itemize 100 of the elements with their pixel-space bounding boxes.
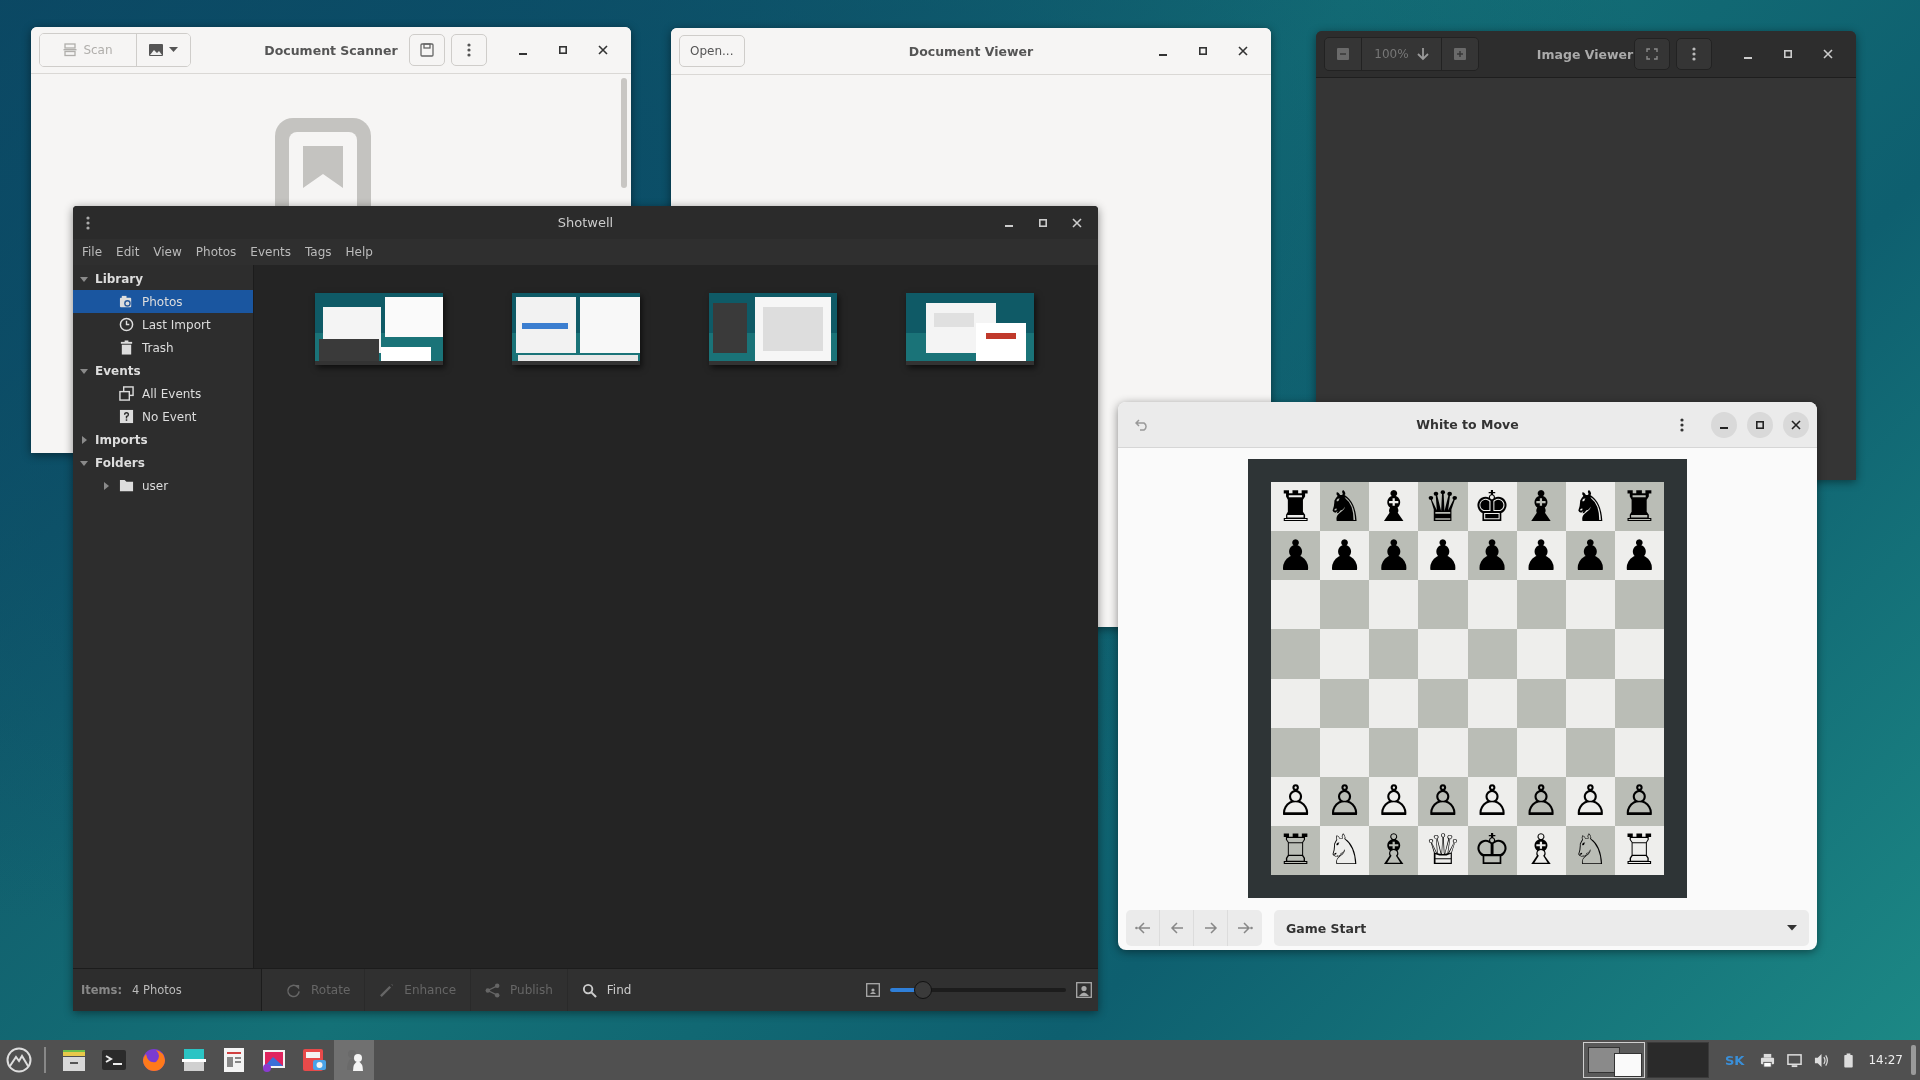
board-square[interactable]: ♙ xyxy=(1565,776,1615,826)
workspace-thumbnail[interactable] xyxy=(1646,1042,1709,1078)
sidebar-item[interactable]: user xyxy=(73,474,253,497)
board-square[interactable]: ♟ xyxy=(1565,531,1615,581)
board-square[interactable]: ♟ xyxy=(1320,531,1370,581)
menu-item[interactable]: Help xyxy=(338,245,380,259)
sidebar-item[interactable]: All Events xyxy=(73,382,253,405)
board-square[interactable]: ♘ xyxy=(1565,825,1615,875)
board-square[interactable]: ♝ xyxy=(1516,482,1566,532)
board-square[interactable]: ♛ xyxy=(1418,482,1468,532)
board-square[interactable] xyxy=(1271,678,1321,728)
board-square[interactable] xyxy=(1516,580,1566,630)
zoom-slider[interactable] xyxy=(890,981,1066,999)
first-arrow-icon xyxy=(1134,922,1151,934)
board-square[interactable] xyxy=(1271,727,1321,777)
expand-arrow-icon[interactable] xyxy=(101,480,111,491)
board-square[interactable]: ♗ xyxy=(1369,825,1419,875)
board-square[interactable]: ♙ xyxy=(1614,776,1664,826)
taskbar-launcher[interactable] xyxy=(334,1040,374,1080)
board-square[interactable]: ♙ xyxy=(1320,776,1370,826)
display-icon[interactable] xyxy=(1787,1052,1803,1068)
board-square[interactable]: ♟ xyxy=(1516,531,1566,581)
board-square[interactable] xyxy=(1369,678,1419,728)
slider-thumb[interactable] xyxy=(914,981,933,999)
board-square[interactable]: ♙ xyxy=(1516,776,1566,826)
menu-item[interactable]: Photos xyxy=(188,245,244,259)
board-square[interactable] xyxy=(1467,727,1517,777)
fullscreen-icon xyxy=(1646,48,1658,60)
zoom-in-button[interactable] xyxy=(1442,38,1478,70)
sidebar-header[interactable]: Library xyxy=(73,267,253,290)
board-square[interactable] xyxy=(1369,580,1419,630)
board-square[interactable] xyxy=(1614,580,1664,630)
sidebar-header[interactable]: Folders xyxy=(73,451,253,474)
sidebar-header[interactable]: Imports xyxy=(73,428,253,451)
board-square[interactable]: ♖ xyxy=(1614,825,1664,875)
board-square[interactable]: ♟ xyxy=(1418,531,1468,581)
board-square[interactable]: ♜ xyxy=(1271,482,1321,532)
maximize-button[interactable] xyxy=(1747,411,1773,438)
menu-item[interactable]: Tags xyxy=(297,245,339,259)
board-square[interactable]: ♙ xyxy=(1369,776,1419,826)
status-label: Items: xyxy=(81,983,122,997)
sidebar-header[interactable]: Events xyxy=(73,359,253,382)
fullscreen-button[interactable] xyxy=(1634,38,1670,70)
minimize-button[interactable] xyxy=(1711,411,1737,438)
expand-arrow-icon[interactable] xyxy=(79,434,89,445)
board-square[interactable]: ♕ xyxy=(1418,825,1468,875)
menu-item[interactable]: View xyxy=(146,245,189,259)
board-square[interactable]: ♙ xyxy=(1418,776,1468,826)
board-square[interactable]: ♚ xyxy=(1467,482,1517,532)
board-square[interactable] xyxy=(1320,580,1370,630)
board-square[interactable]: ♞ xyxy=(1320,482,1370,532)
board-square[interactable]: ♟ xyxy=(1614,531,1664,581)
board-square[interactable]: ♝ xyxy=(1369,482,1419,532)
board-square[interactable] xyxy=(1467,580,1517,630)
board-square[interactable]: ♖ xyxy=(1271,825,1321,875)
toolbar-button[interactable]: Find xyxy=(567,969,646,1011)
board-square[interactable]: ♜ xyxy=(1614,482,1664,532)
board-square[interactable]: ♙ xyxy=(1271,776,1321,826)
board-square[interactable] xyxy=(1320,678,1370,728)
open-button[interactable]: Open... xyxy=(679,35,745,67)
clock[interactable]: 14:27 xyxy=(1868,1053,1903,1067)
volume-icon[interactable] xyxy=(1814,1052,1830,1068)
board-square[interactable] xyxy=(1614,678,1664,728)
sidebar-item[interactable]: Trash xyxy=(73,336,253,359)
board-square[interactable] xyxy=(1614,727,1664,777)
wand-icon xyxy=(379,982,395,998)
board-square[interactable] xyxy=(1516,678,1566,728)
share-icon xyxy=(485,982,501,998)
menu-item[interactable]: Events xyxy=(243,245,298,259)
board-square[interactable]: ♟ xyxy=(1467,531,1517,581)
board-square[interactable]: ♘ xyxy=(1320,825,1370,875)
board-square[interactable]: ♔ xyxy=(1467,825,1517,875)
board-square[interactable]: ♞ xyxy=(1565,482,1615,532)
panel-handle[interactable] xyxy=(1911,1045,1916,1075)
board-square[interactable] xyxy=(1271,580,1321,630)
sidebar-item[interactable]: No Event xyxy=(73,405,253,428)
board-square[interactable] xyxy=(1565,727,1615,777)
board-square[interactable]: ♙ xyxy=(1467,776,1517,826)
menu-item[interactable]: Edit xyxy=(109,245,147,259)
printer-icon[interactable] xyxy=(1760,1052,1776,1068)
zoom-out-button[interactable] xyxy=(1325,38,1362,70)
board-square[interactable]: ♗ xyxy=(1516,825,1566,875)
sidebar-item[interactable]: Photos xyxy=(73,290,253,313)
save-button[interactable] xyxy=(409,34,445,66)
menu-item[interactable]: File xyxy=(75,245,110,259)
board-square[interactable] xyxy=(1565,580,1615,630)
sidebar-item[interactable]: Last Import xyxy=(73,313,253,336)
close-button[interactable] xyxy=(1783,411,1809,438)
board-square[interactable]: ♟ xyxy=(1271,531,1321,581)
board-square[interactable] xyxy=(1565,678,1615,728)
board-square[interactable]: ♟ xyxy=(1369,531,1419,581)
close-icon xyxy=(1791,419,1801,430)
move-history-dropdown[interactable]: Game Start xyxy=(1274,910,1809,946)
board-square[interactable] xyxy=(1320,727,1370,777)
menu-button[interactable] xyxy=(1676,38,1712,70)
window-title: Shotwell xyxy=(557,215,614,230)
board-square[interactable] xyxy=(1467,678,1517,728)
board-square[interactable] xyxy=(1516,727,1566,777)
scrollbar[interactable] xyxy=(621,78,627,188)
board-square[interactable] xyxy=(1369,727,1419,777)
